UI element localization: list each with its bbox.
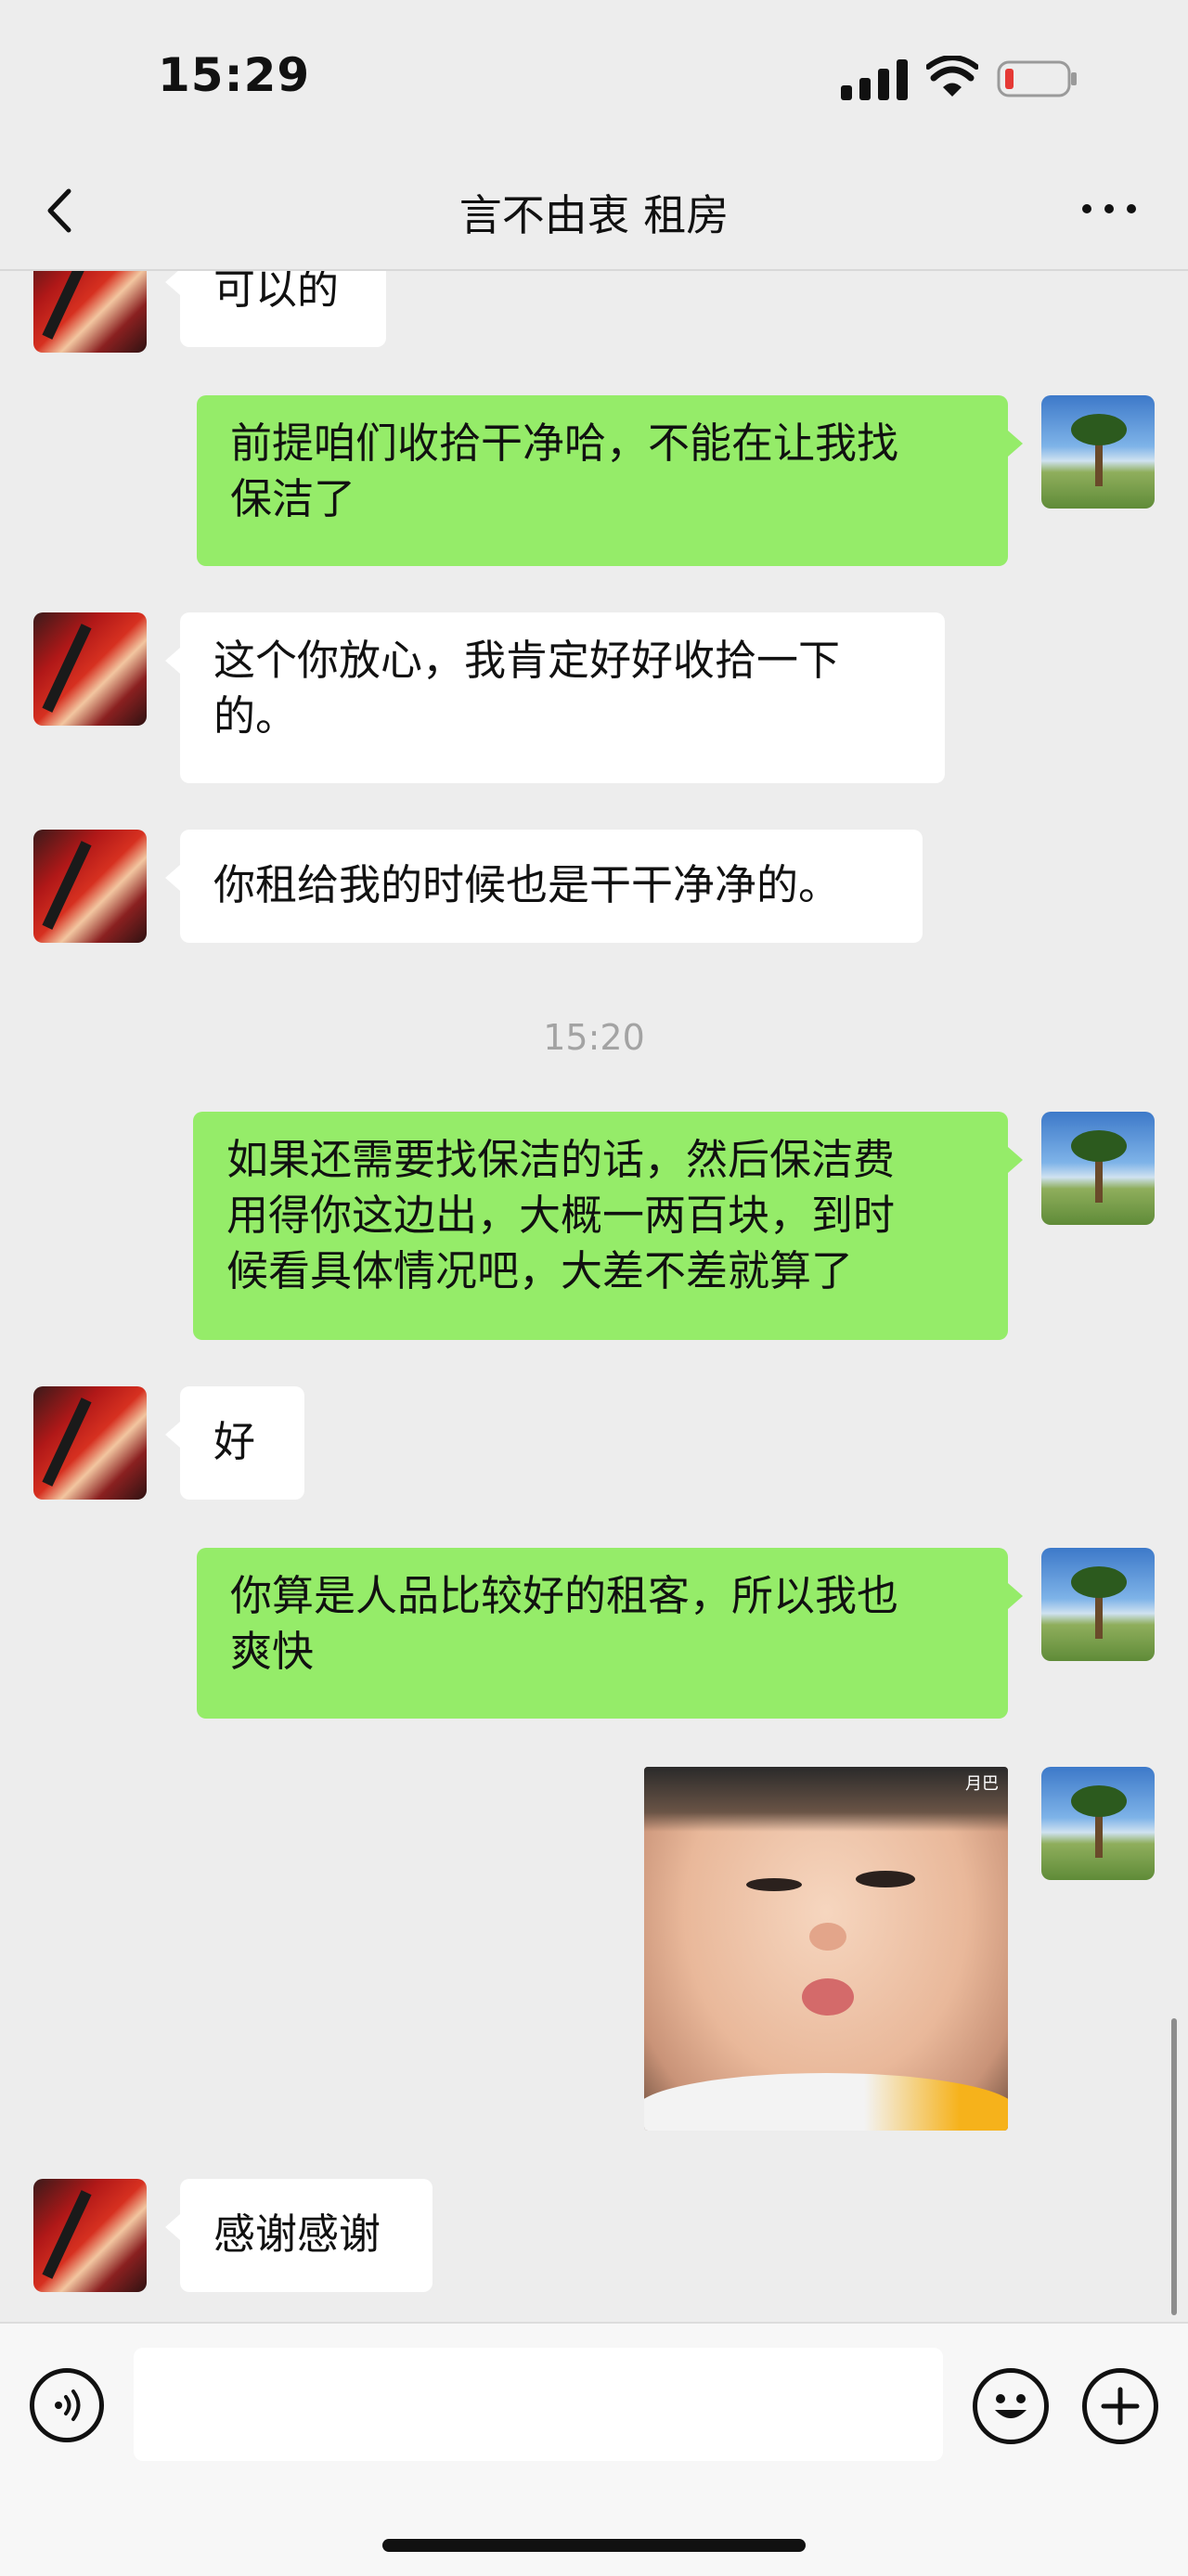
- battery-icon: [997, 60, 1077, 97]
- my-avatar[interactable]: [1041, 1548, 1155, 1661]
- status-time: 15:29: [158, 48, 311, 102]
- incoming-message[interactable]: 这个你放心，我肯定好好收拾一下 的。: [165, 612, 945, 783]
- chat-title: 言不由衷 租房: [458, 190, 730, 240]
- my-avatar[interactable]: [1041, 1112, 1155, 1225]
- my-avatar[interactable]: [1041, 395, 1155, 509]
- nav-bar: 言不由衷 租房: [0, 158, 1188, 271]
- baby-face-sticker[interactable]: 月巴: [644, 1767, 1008, 2131]
- sticker-hair: [644, 1767, 1008, 1832]
- more-options-icon[interactable]: [1077, 195, 1143, 223]
- contact-avatar[interactable]: [33, 612, 147, 726]
- sticker-nose: [809, 1923, 846, 1951]
- my-avatar[interactable]: [1041, 1767, 1155, 1880]
- outgoing-message[interactable]: 前提咱们收拾干净哈，不能在让我找 保洁了: [197, 395, 1023, 566]
- message-timestamp: 15:20: [543, 1017, 645, 1058]
- incoming-message[interactable]: 可以的: [165, 271, 386, 347]
- emoji-icon[interactable]: [973, 2368, 1049, 2444]
- voice-input-icon[interactable]: [30, 2368, 104, 2442]
- outgoing-message[interactable]: 如果还需要找保洁的话，然后保洁费 用得你这边出，大概一两百块，到时 候看具体情况…: [193, 1112, 1023, 1340]
- more-functions-plus-icon[interactable]: [1082, 2368, 1158, 2444]
- home-indicator[interactable]: [382, 2539, 806, 2552]
- contact-avatar[interactable]: [33, 271, 147, 353]
- message-input[interactable]: [134, 2348, 943, 2461]
- sticker-bib: [644, 2073, 1008, 2131]
- sticker-eye-left: [746, 1878, 802, 1891]
- status-bar: 15:29: [0, 0, 1188, 158]
- input-bar: [0, 2322, 1188, 2576]
- cellular-signal-icon: [841, 59, 908, 100]
- incoming-message[interactable]: 好: [165, 1386, 304, 1500]
- sticker-watermark: 月巴: [965, 1774, 999, 1794]
- contact-avatar[interactable]: [33, 830, 147, 943]
- contact-avatar[interactable]: [33, 1386, 147, 1500]
- chat-message-list[interactable]: 可以的 前提咱们收拾干净哈，不能在让我找 保洁了 这个你放心，我肯定好好收拾一下…: [0, 271, 1188, 2322]
- sticker-eye-right: [856, 1871, 915, 1887]
- chat-scrollbar[interactable]: [1171, 2018, 1177, 2315]
- incoming-message[interactable]: 感谢感谢: [165, 2179, 433, 2292]
- outgoing-message[interactable]: 你算是人品比较好的租客，所以我也 爽快: [197, 1548, 1023, 1719]
- contact-avatar[interactable]: [33, 2179, 147, 2292]
- wifi-icon: [926, 56, 978, 97]
- sticker-mouth: [802, 1978, 854, 2016]
- incoming-message[interactable]: 你租给我的时候也是干干净净的。: [165, 830, 923, 943]
